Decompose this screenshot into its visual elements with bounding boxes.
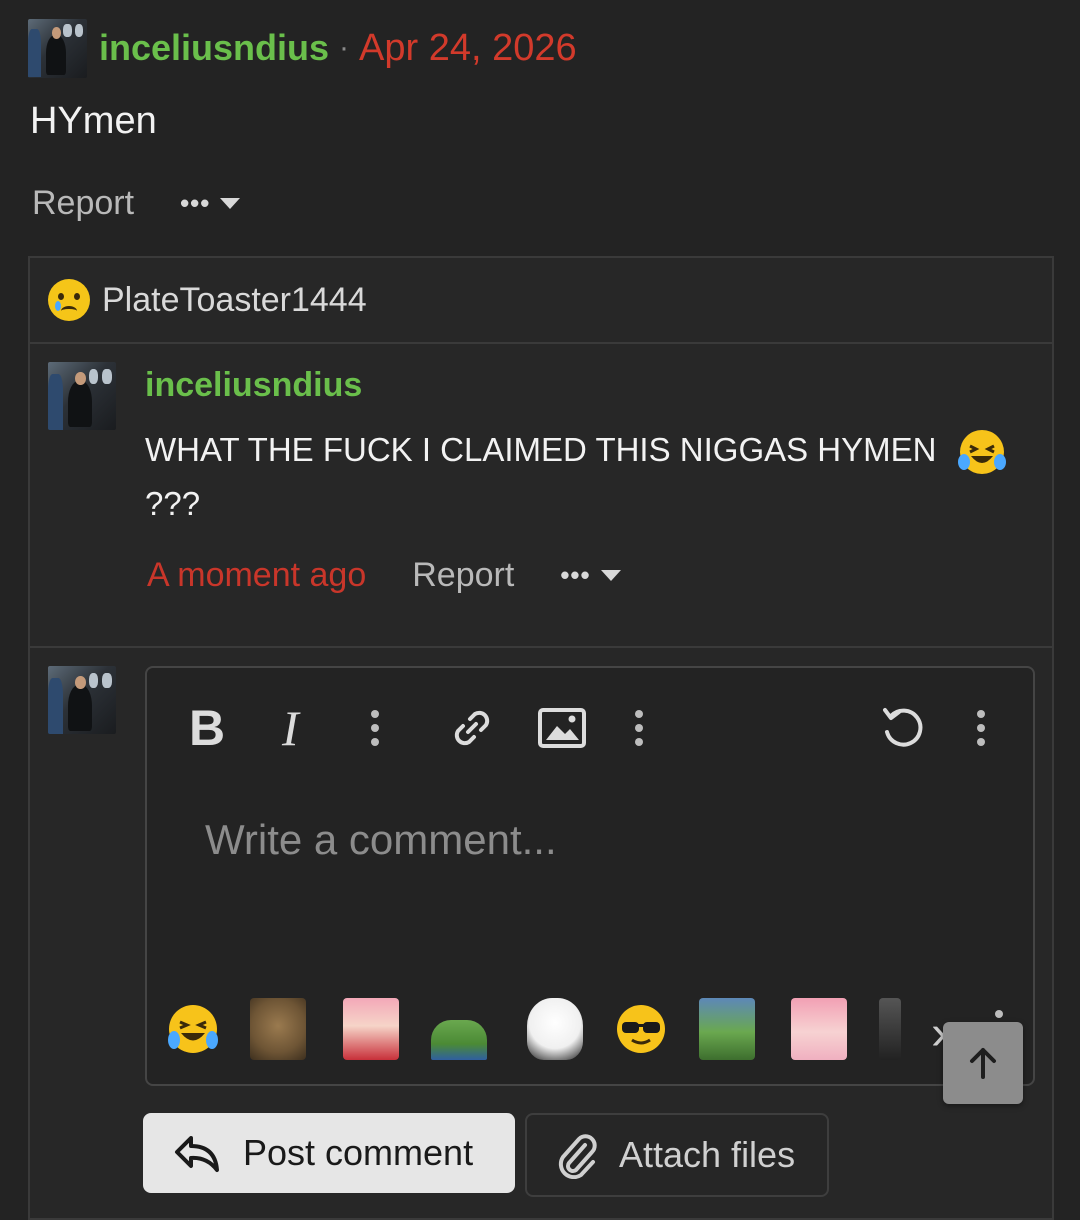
sunglasses-emoji[interactable] bbox=[613, 998, 669, 1060]
comment-actions: A moment ago Report ••• bbox=[147, 556, 621, 595]
more-dots-icon: ••• bbox=[180, 188, 211, 218]
anime-girl-blush-sticker[interactable] bbox=[791, 998, 847, 1060]
attach-files-button[interactable]: Attach files bbox=[525, 1113, 829, 1197]
comment-text-line2: ??? bbox=[145, 485, 201, 523]
anime-girl-sticker[interactable] bbox=[343, 998, 399, 1060]
post-comment-button[interactable]: Post comment bbox=[143, 1113, 515, 1193]
comment-report-link[interactable]: Report bbox=[412, 556, 514, 595]
undo-icon bbox=[883, 708, 923, 747]
laughing-crying-icon bbox=[957, 430, 1006, 475]
post-actions: Report ••• bbox=[32, 184, 241, 223]
laughing-crying-icon[interactable] bbox=[165, 998, 221, 1060]
header-separator: · bbox=[339, 31, 350, 64]
comment: inceliusndius WHAT THE FUCK I CLAIMED TH… bbox=[30, 344, 1052, 648]
link-icon bbox=[454, 710, 490, 746]
comment-text: WHAT THE FUCK I CLAIMED THIS NIGGAS HYME… bbox=[145, 424, 1025, 530]
reactions-bar[interactable]: PlateToaster1444 bbox=[30, 258, 1052, 344]
post-report-link[interactable]: Report bbox=[32, 184, 134, 223]
comment-input-placeholder[interactable]: Write a comment... bbox=[205, 816, 557, 864]
post-body: HYmen bbox=[30, 100, 157, 142]
editor-more-button[interactable] bbox=[977, 696, 985, 760]
current-user-avatar bbox=[48, 666, 116, 734]
comment-editor[interactable]: B I Write a comment... › bbox=[145, 666, 1035, 1086]
editor-toolbar: B I bbox=[147, 696, 1033, 760]
comment-author-avatar[interactable] bbox=[48, 362, 116, 430]
crying-face-icon bbox=[48, 279, 90, 321]
more-insert-button[interactable] bbox=[635, 696, 643, 760]
comment-time[interactable]: A moment ago bbox=[147, 556, 366, 595]
pepe-rain-sticker[interactable] bbox=[699, 998, 755, 1060]
insert-link-button[interactable] bbox=[447, 696, 497, 760]
scroll-to-top-button[interactable] bbox=[943, 1022, 1023, 1104]
image-icon bbox=[538, 708, 586, 748]
pepe-sticker[interactable] bbox=[431, 1020, 487, 1060]
partial-sticker[interactable] bbox=[879, 998, 901, 1060]
caret-down-icon bbox=[600, 570, 621, 581]
post-author-avatar[interactable] bbox=[28, 18, 87, 78]
paperclip-icon bbox=[555, 1131, 599, 1179]
comments-section: PlateToaster1444 inceliusndius WHAT THE … bbox=[28, 256, 1054, 1220]
vertical-dots-icon bbox=[635, 710, 643, 746]
italic-button[interactable]: I bbox=[282, 696, 299, 760]
vertical-dots-icon bbox=[371, 710, 379, 746]
reaction-user[interactable]: PlateToaster1444 bbox=[102, 281, 367, 320]
comment-text-line1: WHAT THE FUCK I CLAIMED THIS NIGGAS HYME… bbox=[145, 431, 937, 468]
bold-button[interactable]: B bbox=[189, 696, 225, 760]
insert-image-button[interactable] bbox=[537, 696, 587, 760]
emoji-tray: › bbox=[147, 998, 1033, 1062]
capybara-sticker[interactable] bbox=[250, 998, 306, 1060]
more-formatting-button[interactable] bbox=[371, 696, 379, 760]
post-header: inceliusndius · Apr 24, 2026 bbox=[28, 18, 577, 78]
post-more-menu[interactable]: ••• bbox=[180, 188, 241, 219]
more-dots-icon: ••• bbox=[560, 560, 591, 590]
wojak-sticker[interactable] bbox=[527, 998, 583, 1060]
post-comment-label: Post comment bbox=[243, 1132, 474, 1173]
undo-button[interactable] bbox=[877, 696, 929, 760]
attach-files-label: Attach files bbox=[619, 1134, 796, 1175]
vertical-dots-icon bbox=[977, 710, 985, 746]
reply-icon bbox=[171, 1130, 223, 1176]
caret-down-icon bbox=[220, 198, 241, 209]
comment-more-menu[interactable]: ••• bbox=[560, 560, 621, 591]
arrow-up-icon bbox=[970, 1048, 996, 1079]
comment-author-username[interactable]: inceliusndius bbox=[145, 366, 362, 405]
post-date[interactable]: Apr 24, 2026 bbox=[359, 27, 577, 70]
reply-actions: Post comment Attach files bbox=[143, 1113, 829, 1197]
post-author-username[interactable]: inceliusndius bbox=[99, 27, 329, 69]
